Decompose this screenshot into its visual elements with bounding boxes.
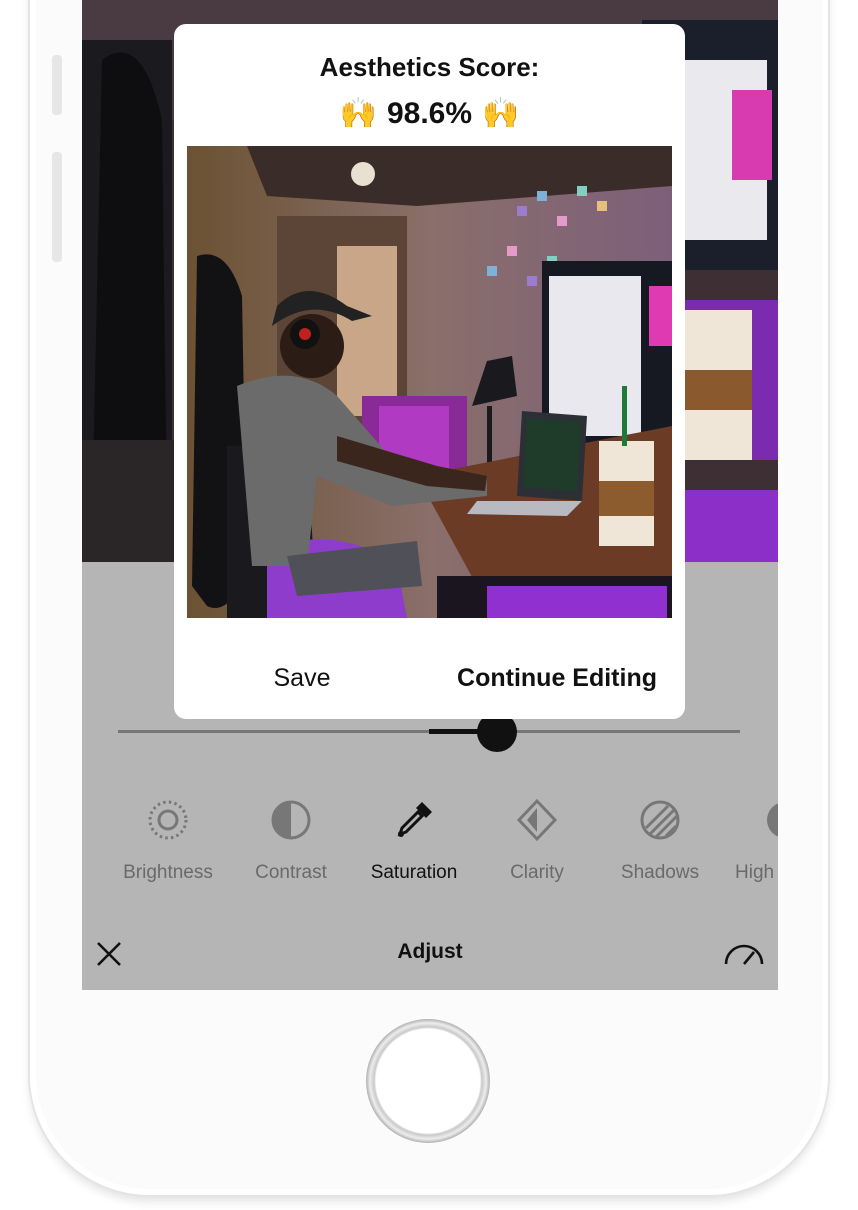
tool-clarity[interactable]: Clarity [472, 790, 602, 884]
scored-photo [187, 146, 672, 618]
aesthetics-score-dialog: Aesthetics Score: 🙌 98.6% 🙌 Save Continu… [174, 24, 685, 719]
tool-shadows[interactable]: Shadows [595, 790, 725, 884]
eyedropper-icon [349, 790, 479, 850]
tool-brightness[interactable]: Brightness [103, 790, 233, 884]
mute-switch [52, 55, 62, 115]
tool-saturation[interactable]: Saturation [349, 790, 479, 884]
raised-hands-icon: 🙌 [482, 97, 520, 130]
tool-strip: Brightness Contrast Saturation Clarity S… [82, 790, 778, 900]
home-button[interactable] [366, 1019, 490, 1143]
contrast-icon [226, 790, 356, 850]
tool-label: High [735, 862, 775, 883]
highlights-icon [718, 790, 778, 850]
tool-label: Shadows [620, 862, 700, 883]
bottom-bar: Adjust [82, 930, 778, 980]
clarity-icon [472, 790, 602, 850]
brightness-icon [103, 790, 233, 850]
shadows-icon [595, 790, 725, 850]
tool-label: Clarity [510, 862, 564, 883]
continue-editing-button[interactable]: Continue Editing [457, 664, 657, 693]
tool-contrast[interactable]: Contrast [226, 790, 356, 884]
score-value: 98.6% [386, 96, 473, 130]
raised-hands-icon: 🙌 [339, 97, 377, 130]
gauge-icon[interactable] [722, 938, 766, 968]
screen-title: Adjust [397, 940, 463, 963]
score-row: 🙌 98.6% 🙌 [174, 96, 685, 131]
volume-button [52, 152, 62, 262]
tool-highlights[interactable]: High [718, 790, 778, 884]
tool-label: Contrast [255, 862, 327, 883]
save-button[interactable]: Save [244, 664, 360, 693]
tool-label: Brightness [123, 862, 213, 883]
tool-label: Saturation [370, 862, 458, 883]
dialog-actions: Save Continue Editing [174, 664, 685, 704]
score-title: Aesthetics Score: [319, 52, 540, 82]
